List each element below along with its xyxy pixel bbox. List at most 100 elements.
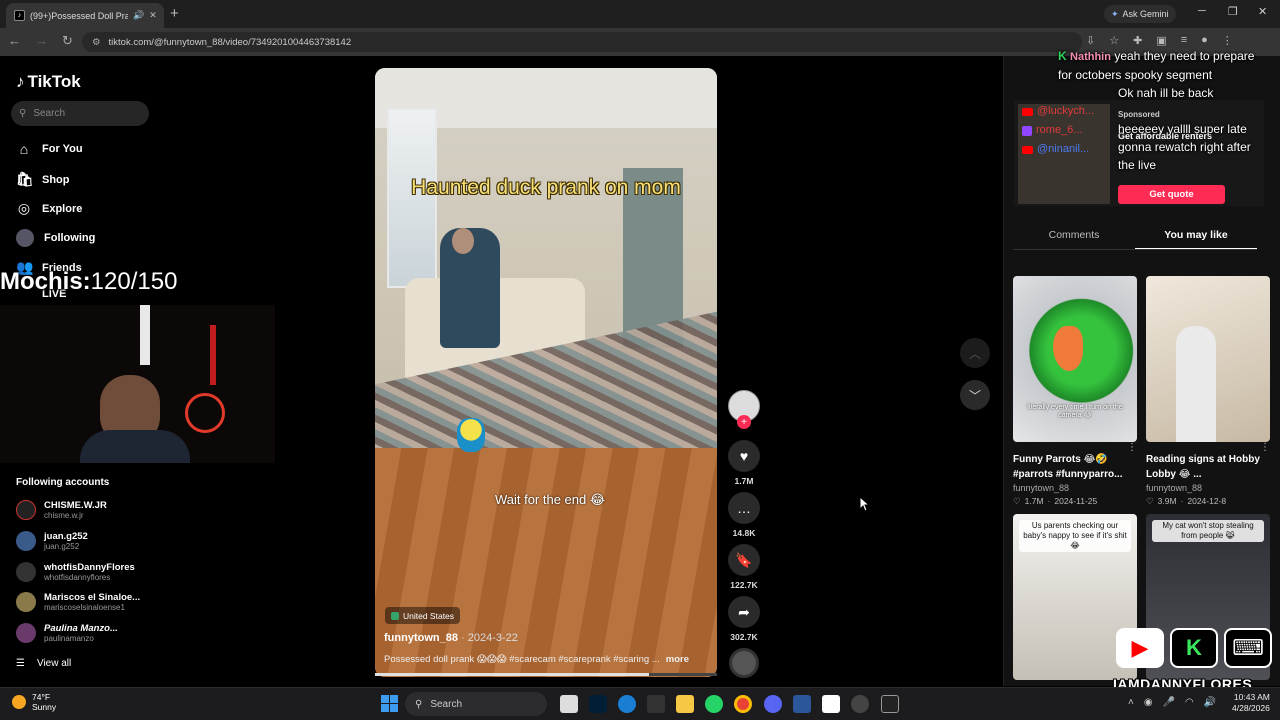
whatsapp-icon[interactable] [705,695,723,713]
reload-icon[interactable]: ↻ [62,33,73,49]
recommended-card[interactable]: literally every time I turn on the camer… [1013,276,1137,507]
back-icon[interactable]: ← [8,33,21,49]
mic-icon[interactable]: 🎤 [1163,697,1175,708]
music-disc-icon[interactable] [729,648,759,678]
following-account[interactable]: Paulina Manzo... paulinamanzo [16,623,118,643]
card-title: Reading signs at Hobby Lobby 😂 ... [1146,454,1260,480]
volume-icon[interactable]: 🔊 [1204,697,1216,708]
new-tab-button[interactable]: + [170,5,179,22]
word-icon[interactable] [793,695,811,713]
window-close-button[interactable]: ✕ [1258,5,1267,18]
url-text: tiktok.com/@funnytown_88/video/734920100… [108,36,352,48]
discord-icon[interactable] [764,695,782,713]
search-input[interactable]: ⚲ Search [11,101,149,126]
weather-widget[interactable]: 74°F Sunny [12,692,56,712]
share-action[interactable]: ➦ 302.7K [728,596,760,642]
like-action[interactable]: ♥ 1.7M [728,440,760,486]
profile-icon[interactable]: ● [1201,34,1208,47]
chevron-up-icon[interactable]: ︿ [960,338,990,368]
comment-action[interactable]: … 14.8K [728,492,760,538]
following-account[interactable]: CHISME.W.JR chisme.w.jr [16,500,107,520]
extensions-icon[interactable]: ✚ [1133,34,1142,47]
tab-comments[interactable]: Comments [1013,224,1135,250]
account-name: juan.g252 [44,531,88,542]
browser-tab[interactable]: ♪ (99+)Possessed Doll Prank 🔊 ✕ [6,3,164,28]
photoshop-icon[interactable] [589,695,607,713]
following-account[interactable]: juan.g252 juan.g252 [16,531,88,551]
file-explorer-icon[interactable] [676,695,694,713]
forward-icon[interactable]: → [35,33,48,49]
install-icon[interactable]: ⇩ [1086,34,1095,47]
compass-icon: ◎ [17,200,31,216]
search-placeholder: Search [33,108,66,119]
chevron-down-icon[interactable]: ﹀ [960,380,990,410]
wifi-icon[interactable]: ◠ [1185,697,1194,708]
nav-explore[interactable]: ◎ Explore [16,200,82,217]
edge-icon[interactable] [618,695,636,713]
video-player[interactable] [375,68,717,677]
share-count: 302.7K [730,632,758,642]
app-icon[interactable] [881,695,899,713]
location-badge[interactable]: United States [385,607,461,624]
following-account[interactable]: Mariscos el Sinaloe... mariscoselsinaloen… [16,592,140,612]
twitch-icon [1022,125,1032,136]
save-action[interactable]: 🔖 122.7K [728,544,760,590]
clock[interactable]: 10:43 AM 4/28/2026 [1232,692,1270,714]
site-info-icon[interactable]: ⚙ [92,37,101,48]
minimize-button[interactable]: ─ [1198,5,1206,17]
tab-audio-icon[interactable]: 🔊 [133,10,144,21]
tiktok-favicon-icon: ♪ [14,10,25,21]
nav-for-you[interactable]: ⌂ For You [16,141,83,157]
url-field[interactable]: ⚙ tiktok.com/@funnytown_88/video/7349201… [82,32,1082,52]
store-icon[interactable] [647,695,665,713]
video-author[interactable]: funnytown_88 · 2024-3-22 [384,632,518,644]
taskbar-search[interactable]: ⚲ Search [405,692,547,716]
tab-close-icon[interactable]: ✕ [149,10,157,21]
chrome-icon[interactable] [734,695,752,713]
more-link[interactable]: more [666,654,689,665]
follow-plus-icon[interactable]: + [737,415,751,429]
bookmark-icon[interactable]: 🔖 [728,544,760,576]
following-account[interactable]: whotfisDannyFlores whotfisdannyflores [16,562,135,582]
windows-start-icon[interactable] [381,695,398,712]
video-date: · 2024-3-22 [457,632,518,644]
temperature: 74°F [32,692,51,702]
nav-following[interactable]: Following [16,229,95,247]
ask-gemini-button[interactable]: ✦ Ask Gemini [1104,5,1176,23]
card-thumbnail[interactable] [1146,276,1270,442]
tab-search-icon[interactable]: ≡ [1181,34,1187,47]
right-tabs: Comments You may like [1013,224,1257,250]
recommended-card[interactable]: Reading signs at Hobby Lobby 😂 ... ⋮ funn… [1146,276,1270,507]
thumb-caption: My cat won't stop stealing from people 😹 [1152,520,1264,542]
weather-text: Sunny [32,702,57,712]
capcut-icon[interactable] [822,695,840,713]
description-text: Possessed doll prank 😱😱😱 #scarecam #scar… [384,654,660,665]
heart-icon[interactable]: ♥ [728,440,760,472]
stream-chat-overlay: K Nathhin yeah they need to prepare for … [1058,47,1268,174]
logo-text: TikTok [27,72,81,91]
view-all-link[interactable]: ☰ View all [16,658,71,669]
task-view-icon[interactable] [560,695,578,713]
tiktok-logo[interactable]: ♪ TikTok [16,72,81,92]
share-icon[interactable]: ➦ [728,596,760,628]
bookmark-star-icon[interactable]: ☆ [1109,34,1119,47]
chevron-up-icon[interactable]: ˄ [1128,697,1134,708]
obs-icon[interactable] [851,695,869,713]
heart-icon: ♡ [1146,496,1154,506]
comment-icon[interactable]: … [728,492,760,524]
nav-label: Following [44,232,96,244]
menu-icon[interactable]: ⋮ [1222,34,1233,47]
sun-icon [12,695,26,709]
maximize-button[interactable]: ❐ [1228,5,1238,18]
network-icon[interactable]: ◉ [1144,697,1153,708]
sidepanel-icon[interactable]: ▣ [1156,34,1166,47]
video-progress-bar[interactable] [375,673,717,676]
get-quote-button[interactable]: Get quote [1118,185,1225,204]
more-options-icon[interactable]: ⋮ [1127,442,1137,482]
tab-you-may-like[interactable]: You may like [1135,224,1257,250]
card-date: 2024-12-8 [1187,496,1227,506]
tiktok-note-icon: ♪ [16,72,25,91]
more-options-icon[interactable]: ⋮ [1260,442,1270,482]
card-thumbnail[interactable]: literally every time I turn on the camer… [1013,276,1137,442]
nav-shop[interactable]: 🛍 Shop [16,171,70,188]
